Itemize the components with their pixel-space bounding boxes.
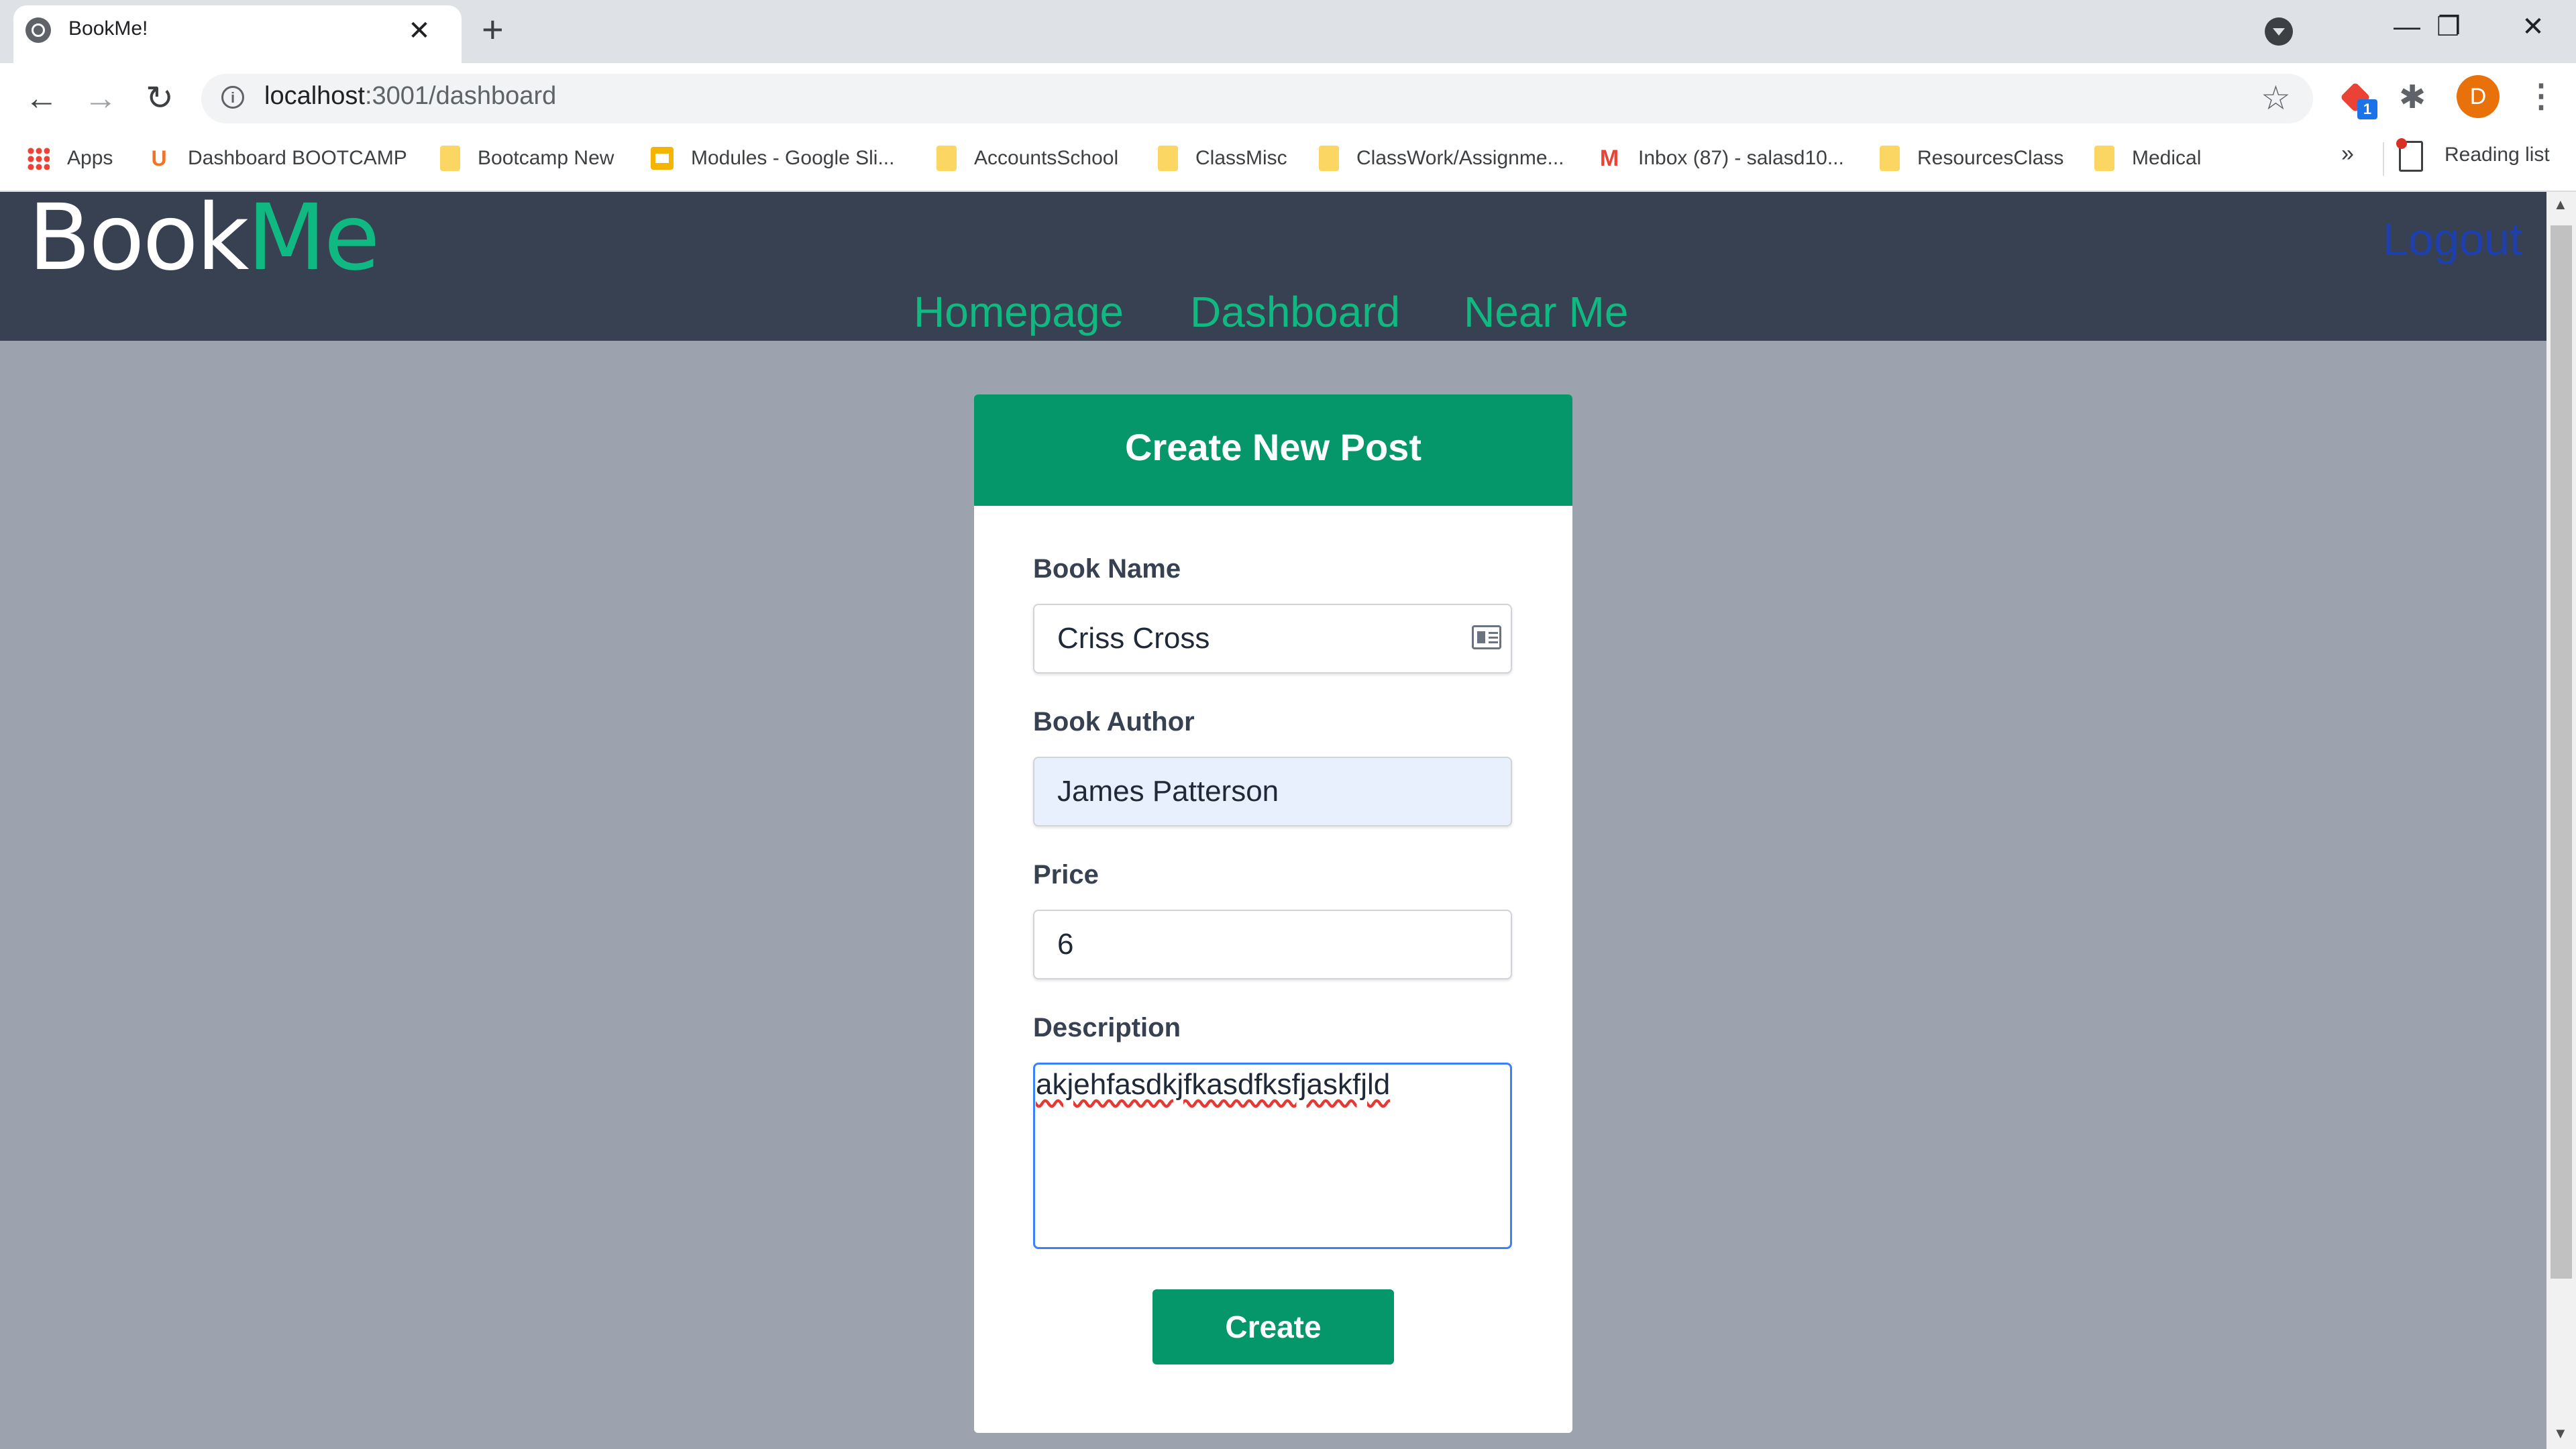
folder-icon: [1158, 146, 1178, 171]
url-text[interactable]: localhost:3001/dashboard: [264, 82, 556, 111]
globe-icon: [25, 17, 51, 43]
price-label: Price: [1033, 860, 1099, 890]
scroll-up-arrow-icon[interactable]: ▲: [2553, 196, 2568, 213]
contact-card-icon[interactable]: [1472, 625, 1501, 649]
logo-book: Book: [28, 185, 249, 291]
extension-badge: 1: [2357, 99, 2377, 119]
url-path: :3001/dashboard: [364, 82, 557, 110]
bookmark-star-icon[interactable]: ☆: [2261, 79, 2291, 117]
restore-button[interactable]: ❐: [2422, 7, 2475, 47]
bookmark-bootcamp-new[interactable]: Bootcamp New: [440, 144, 614, 173]
folder-icon: [440, 146, 460, 171]
bookmark-inbox[interactable]: M Inbox (87) - salasd10...: [1598, 144, 1844, 173]
bookmark-label: Inbox (87) - salasd10...: [1638, 147, 1844, 169]
bookmark-label: AccountsSchool: [974, 147, 1119, 169]
bookmark-label: ResourcesClass: [1917, 147, 2064, 169]
reading-list-button[interactable]: Reading list: [2445, 144, 2550, 166]
folder-icon: [2094, 146, 2114, 171]
url-host: localhost: [264, 82, 365, 110]
card-title: Create New Post: [1125, 426, 1421, 468]
price-input[interactable]: [1033, 910, 1512, 979]
bookmarks-divider: [2383, 142, 2384, 176]
new-tab-button[interactable]: +: [482, 9, 504, 50]
slides-icon: [651, 147, 674, 170]
bookmark-label: Dashboard BOOTCAMP: [188, 147, 407, 169]
reading-list-dot: [2396, 138, 2407, 149]
bookmark-modules[interactable]: Modules - Google Sli...: [651, 144, 894, 173]
bookmark-label: Medical: [2132, 147, 2202, 169]
tab-search-icon[interactable]: [2265, 17, 2293, 46]
bookmark-classwork[interactable]: ClassWork/Assignme...: [1319, 144, 1564, 173]
bookmark-label: Apps: [67, 147, 113, 169]
book-name-input[interactable]: [1033, 604, 1512, 674]
nav-near-me[interactable]: Near Me: [1464, 287, 1628, 337]
scrollbar-thumb[interactable]: [2551, 225, 2572, 1279]
kebab-menu-icon[interactable]: ⋮: [2525, 75, 2557, 118]
bookmark-accounts-school[interactable]: AccountsSchool: [936, 144, 1118, 173]
puzzle-icon[interactable]: ✱: [2399, 79, 2426, 117]
bookmark-label: Bootcamp New: [478, 147, 614, 169]
bookmark-label: Modules - Google Sli...: [691, 147, 895, 169]
tab-close-icon[interactable]: ✕: [402, 11, 436, 51]
close-window-button[interactable]: ✕: [2506, 7, 2560, 47]
nav-homepage[interactable]: Homepage: [914, 287, 1124, 337]
create-button[interactable]: Create: [1152, 1289, 1394, 1364]
bookmark-label: ClassMisc: [1195, 147, 1287, 169]
book-author-input[interactable]: [1033, 757, 1512, 826]
bookmark-apps[interactable]: Apps: [27, 144, 113, 173]
bookmark-dashboard-bootcamp[interactable]: U Dashboard BOOTCAMP: [148, 144, 407, 173]
info-icon[interactable]: i: [221, 86, 244, 109]
logo-me: Me: [247, 185, 380, 291]
book-author-label: Book Author: [1033, 707, 1195, 737]
logout-link[interactable]: Logout: [2383, 213, 2522, 266]
bookmark-label: ClassWork/Assignme...: [1356, 147, 1564, 169]
description-label: Description: [1033, 1013, 1181, 1042]
apps-grid-icon: [27, 147, 50, 170]
folder-icon: [1319, 146, 1339, 171]
reload-icon[interactable]: ↻: [138, 76, 181, 119]
bookmark-resources-class[interactable]: ResourcesClass: [1880, 144, 2063, 173]
scroll-down-arrow-icon[interactable]: ▼: [2553, 1425, 2568, 1442]
folder-icon: [1880, 146, 1900, 171]
gmail-icon: M: [1599, 146, 1619, 171]
forward-arrow-icon[interactable]: →: [79, 76, 122, 119]
bookmarks-overflow-icon[interactable]: »: [2341, 141, 2354, 167]
avatar[interactable]: D: [2457, 75, 2500, 118]
u-logo-icon: U: [151, 146, 167, 170]
bookmark-medical[interactable]: Medical: [2094, 144, 2201, 173]
brand-logo[interactable]: BookMe: [28, 185, 380, 291]
book-name-label: Book Name: [1033, 554, 1181, 584]
nav-dashboard[interactable]: Dashboard: [1190, 287, 1400, 337]
description-textarea[interactable]: [1033, 1063, 1512, 1249]
bookmark-class-misc[interactable]: ClassMisc: [1158, 144, 1287, 173]
tab-title: BookMe!: [68, 17, 148, 40]
back-arrow-icon[interactable]: ←: [20, 76, 63, 119]
folder-icon: [936, 146, 957, 171]
